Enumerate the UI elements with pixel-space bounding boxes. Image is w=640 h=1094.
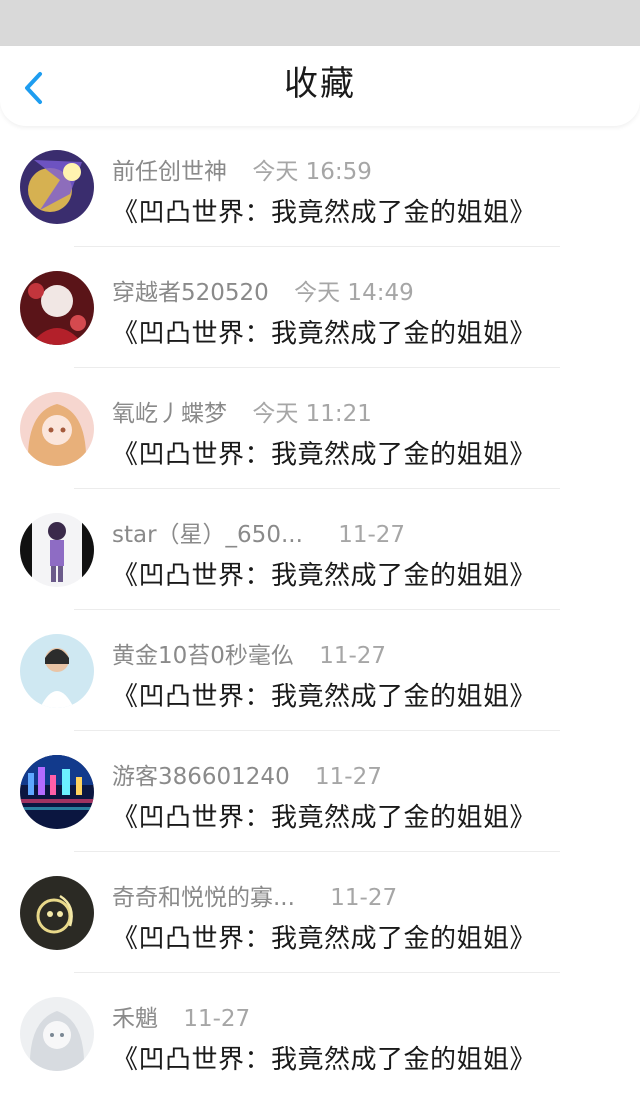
author-name[interactable]: 穿越者520520 <box>112 273 269 307</box>
timestamp: 11-27 <box>315 764 382 790</box>
timestamp: 今天 16:59 <box>252 159 372 185</box>
book-title[interactable]: 《凹凸世界：我竟然成了金的姐姐》 <box>112 555 536 592</box>
author-name[interactable]: star（星）_650... <box>112 515 303 549</box>
avatar[interactable] <box>20 876 94 950</box>
author-name[interactable]: 氧屹丿蝶梦 <box>112 394 227 428</box>
item-meta: 奇奇和悦悦的寡... 11-27 <box>112 878 398 912</box>
list-item[interactable]: star（星）_650... 11-27 《凹凸世界：我竟然成了金的姐姐》 <box>0 489 640 610</box>
timestamp: 今天 14:49 <box>294 280 414 306</box>
avatar[interactable] <box>20 755 94 829</box>
item-meta: 前任创世神 今天 16:59 <box>112 152 372 186</box>
page-title: 收藏 <box>284 64 356 104</box>
favorites-list: 前任创世神 今天 16:59 《凹凸世界：我竟然成了金的姐姐》 穿越者52052… <box>0 126 640 1094</box>
avatar[interactable] <box>20 150 94 224</box>
book-title[interactable]: 《凹凸世界：我竟然成了金的姐姐》 <box>112 676 536 713</box>
timestamp: 11-27 <box>338 522 406 548</box>
avatar[interactable] <box>20 271 94 345</box>
item-meta: 氧屹丿蝶梦 今天 11:21 <box>112 394 372 428</box>
timestamp: 今天 11:21 <box>252 401 372 427</box>
book-title[interactable]: 《凹凸世界：我竟然成了金的姐姐》 <box>112 1039 536 1076</box>
book-title[interactable]: 《凹凸世界：我竟然成了金的姐姐》 <box>112 434 536 471</box>
item-meta: 穿越者520520 今天 14:49 <box>112 273 414 307</box>
avatar[interactable] <box>20 392 94 466</box>
avatar[interactable] <box>20 634 94 708</box>
item-meta: 游客386601240 11-27 <box>112 757 382 791</box>
author-name[interactable]: 前任创世神 <box>112 152 227 186</box>
avatar[interactable] <box>20 997 94 1071</box>
book-title[interactable]: 《凹凸世界：我竟然成了金的姐姐》 <box>112 918 536 955</box>
item-meta: 黄金10苔0秒毫仫 11-27 <box>112 636 387 670</box>
author-name[interactable]: 奇奇和悦悦的寡... <box>112 878 295 912</box>
list-item[interactable]: 氧屹丿蝶梦 今天 11:21 《凹凸世界：我竟然成了金的姐姐》 <box>0 368 640 489</box>
list-item[interactable]: 游客386601240 11-27 《凹凸世界：我竟然成了金的姐姐》 <box>0 731 640 852</box>
item-meta: star（星）_650... 11-27 <box>112 515 406 549</box>
avatar[interactable] <box>20 513 94 587</box>
list-item[interactable]: 穿越者520520 今天 14:49 《凹凸世界：我竟然成了金的姐姐》 <box>0 247 640 368</box>
book-title[interactable]: 《凹凸世界：我竟然成了金的姐姐》 <box>112 797 536 834</box>
timestamp: 11-27 <box>183 1006 251 1032</box>
top-bar: 收藏 <box>0 46 640 126</box>
item-meta: 禾魈 11-27 <box>112 999 251 1033</box>
author-name[interactable]: 禾魈 <box>112 999 158 1033</box>
author-name[interactable]: 游客386601240 <box>112 757 290 791</box>
list-item[interactable]: 前任创世神 今天 16:59 《凹凸世界：我竟然成了金的姐姐》 <box>0 126 640 247</box>
book-title[interactable]: 《凹凸世界：我竟然成了金的姐姐》 <box>112 313 536 350</box>
book-title[interactable]: 《凹凸世界：我竟然成了金的姐姐》 <box>112 192 536 229</box>
list-item[interactable]: 奇奇和悦悦的寡... 11-27 《凹凸世界：我竟然成了金的姐姐》 <box>0 852 640 973</box>
timestamp: 11-27 <box>319 643 387 669</box>
list-item[interactable]: 黄金10苔0秒毫仫 11-27 《凹凸世界：我竟然成了金的姐姐》 <box>0 610 640 731</box>
author-name[interactable]: 黄金10苔0秒毫仫 <box>112 636 294 670</box>
list-item[interactable]: 禾魈 11-27 《凹凸世界：我竟然成了金的姐姐》 <box>0 973 640 1094</box>
timestamp: 11-27 <box>330 885 398 911</box>
